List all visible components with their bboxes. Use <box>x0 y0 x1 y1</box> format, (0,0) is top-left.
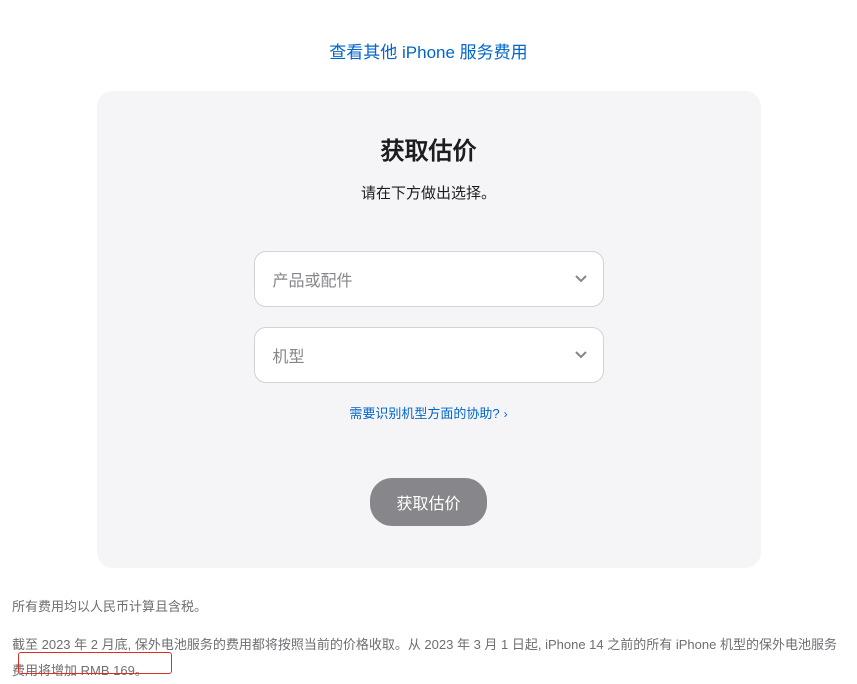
help-link-text: 需要识别机型方面的协助? <box>349 406 499 421</box>
chevron-down-icon <box>575 349 587 361</box>
help-link-container: 需要识别机型方面的协助? › <box>137 403 721 422</box>
product-select-placeholder: 产品或配件 <box>273 267 353 291</box>
card-title: 获取估价 <box>137 131 721 166</box>
model-select[interactable]: 机型 <box>254 327 604 383</box>
chevron-down-icon <box>575 273 587 285</box>
estimate-card: 获取估价 请在下方做出选择。 产品或配件 机型 需要识别机型方面的协助? › 获取… <box>97 91 761 568</box>
price-change-note-container: 截至 2023 年 2 月底, 保外电池服务的费用都将按照当前的价格收取。从 2… <box>0 620 857 684</box>
product-select-wrapper: 产品或配件 <box>254 251 604 307</box>
chevron-right-icon: › <box>504 407 508 421</box>
tax-note: 所有费用均以人民币计算且含税。 <box>0 568 857 620</box>
model-select-wrapper: 机型 <box>254 327 604 383</box>
card-subtitle: 请在下方做出选择。 <box>137 182 721 203</box>
top-link-container: 查看其他 iPhone 服务费用 <box>0 0 857 91</box>
other-services-link[interactable]: 查看其他 iPhone 服务费用 <box>329 43 527 62</box>
product-select[interactable]: 产品或配件 <box>254 251 604 307</box>
model-select-placeholder: 机型 <box>273 343 305 367</box>
identify-model-help-link[interactable]: 需要识别机型方面的协助? › <box>349 406 507 421</box>
price-change-note: 截至 2023 年 2 月底, 保外电池服务的费用都将按照当前的价格收取。从 2… <box>12 637 837 678</box>
get-estimate-button[interactable]: 获取估价 <box>370 478 486 526</box>
